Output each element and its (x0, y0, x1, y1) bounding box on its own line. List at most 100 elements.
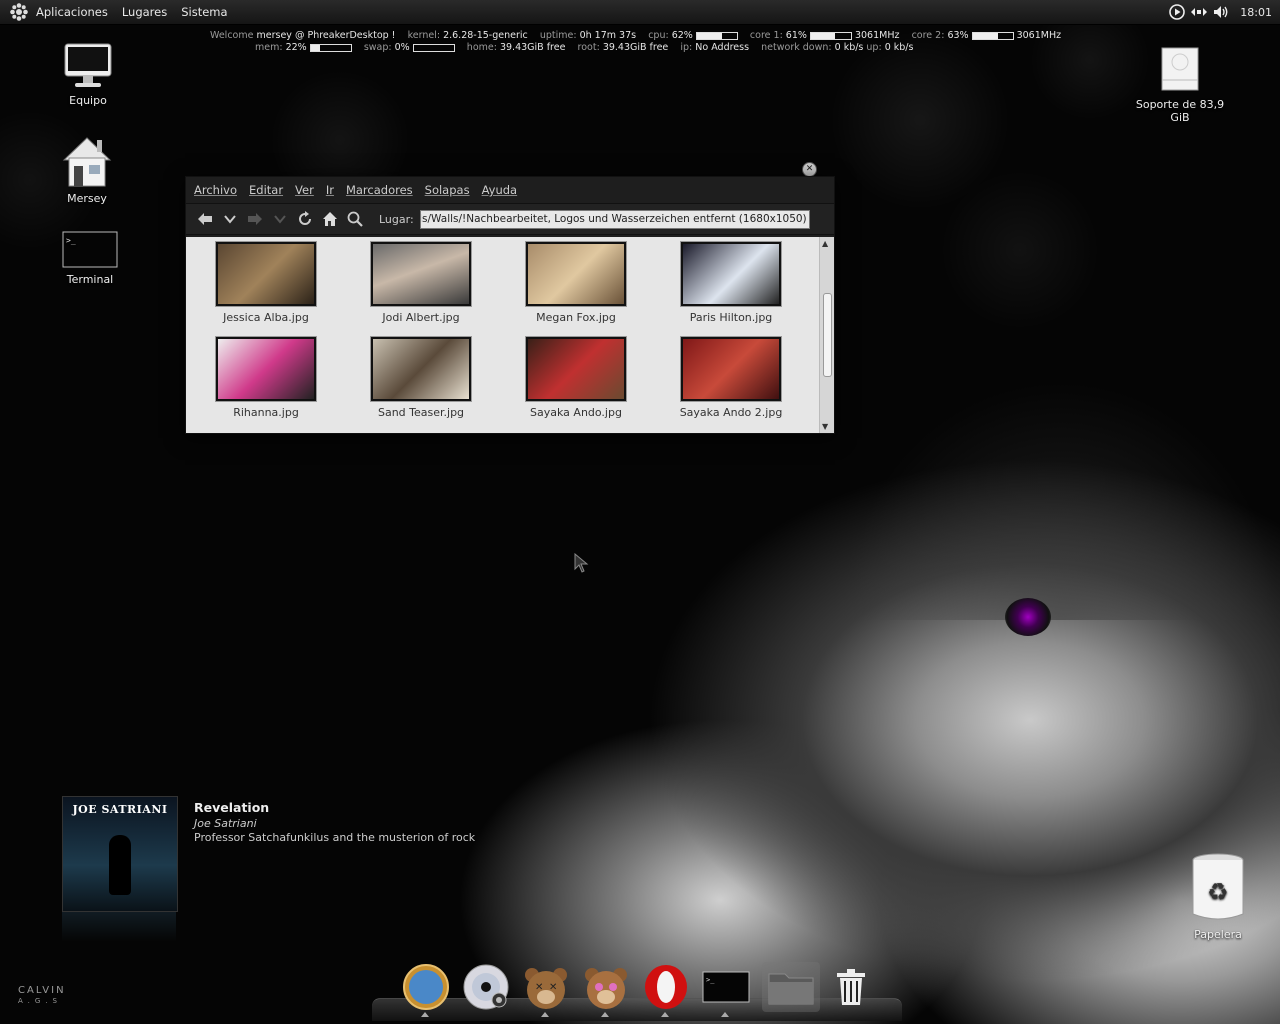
scrollbar-thumb[interactable] (823, 293, 832, 377)
toolbar: Lugar: Girls/Walls/!Nachbearbeitet, Logo… (186, 203, 834, 235)
file-item[interactable]: Sand Teaser.jpg (351, 332, 491, 419)
conky-kernel-label: kernel: (407, 30, 441, 41)
album-cover-artist: JOE SATRIANI (72, 803, 168, 816)
now-playing-album: Professor Satchafunkilus and the musteri… (194, 831, 476, 844)
file-item[interactable]: Megan Fox.jpg (506, 237, 646, 324)
dock (372, 998, 902, 1021)
dock-running-indicator (721, 1012, 729, 1017)
zoom-button[interactable] (344, 208, 366, 230)
image-thumbnail (216, 337, 316, 401)
dock-item-opera[interactable] (641, 962, 691, 1012)
dock-item-browser[interactable] (401, 962, 451, 1012)
desktop-icon-label: Papelera (1194, 928, 1242, 941)
image-thumbnail (216, 242, 316, 306)
dock-item-file-manager[interactable] (762, 962, 820, 1012)
home-icon (323, 212, 337, 226)
conky-ip: No Address (695, 42, 750, 53)
forward-history-button[interactable] (269, 208, 291, 230)
window-close-button[interactable]: ✕ (802, 162, 817, 177)
conky-cpu-label: cpu: (648, 30, 669, 41)
back-history-button[interactable] (219, 208, 241, 230)
conky-root-label: root: (577, 42, 600, 53)
menu-lugares[interactable]: Lugares (122, 5, 167, 19)
desktop-icon-label: Soporte de 83,9 GiB (1135, 98, 1225, 124)
menu-aplicaciones[interactable]: Aplicaciones (36, 5, 108, 19)
watermark-line-1: CALVIN (18, 985, 66, 996)
wallpaper-watermark: CALVIN A.G.S (18, 986, 66, 1006)
conky-cpu-bar (695, 31, 738, 40)
conky-uptime: 0h 17m 37s (579, 30, 637, 41)
conky-core1-label: core 1: (749, 30, 783, 41)
file-item[interactable]: Jodi Albert.jpg (351, 237, 491, 324)
system-tray: 18:01 (1168, 0, 1280, 24)
file-item[interactable]: Paris Hilton.jpg (661, 237, 801, 324)
location-input[interactable]: Girls/Walls/!Nachbearbeitet, Logos und W… (419, 209, 810, 229)
watermark-line-2: A.G.S (18, 997, 62, 1005)
conky-home-label: home: (466, 42, 497, 53)
desktop-icon-trash[interactable]: ♻ Papelera (1163, 852, 1273, 941)
terminal-icon: >_ (702, 971, 750, 1003)
volume-icon[interactable] (1212, 3, 1230, 21)
image-thumbnail (681, 242, 781, 306)
desktop-icon-home[interactable]: Mersey (32, 134, 142, 205)
svg-text:>_: >_ (66, 236, 76, 245)
dock-item-terminal[interactable]: >_ (701, 962, 751, 1012)
menu-marcadores[interactable]: Marcadores (346, 183, 413, 197)
computer-icon (64, 43, 112, 87)
desktop-icon-computer[interactable]: Equipo (33, 42, 143, 107)
desktop-icon-terminal[interactable]: >_ Terminal (35, 231, 145, 286)
conky-kernel: 2.6.28-15-generic (443, 30, 528, 41)
back-button[interactable] (194, 208, 216, 230)
desktop-icon-drive[interactable]: Soporte de 83,9 GiB (1125, 44, 1235, 124)
conky-home: 39.43GiB free (499, 42, 566, 53)
conky-swap-bar (412, 43, 455, 52)
conky-uptime-label: uptime: (539, 30, 577, 41)
now-playing-title: Revelation (194, 800, 270, 815)
location-label: Lugar: (379, 212, 414, 226)
terminal-icon: >_ (62, 231, 118, 268)
mouse-cursor-icon (574, 553, 589, 573)
file-item[interactable]: Sayaka Ando 2.jpg (661, 332, 801, 419)
scroll-up-icon[interactable]: ▲ (822, 239, 828, 248)
conky-cpu: 62% (671, 30, 693, 41)
zoom-icon (347, 211, 363, 227)
scroll-down-icon[interactable]: ▼ (822, 422, 828, 431)
conky-line-1: Welcome mersey @ PhreakerDesktop ! kerne… (210, 30, 1061, 41)
svg-text:✕: ✕ (535, 982, 543, 993)
desktop-icon-label: Mersey (67, 192, 107, 205)
media-play-icon[interactable] (1168, 3, 1186, 21)
conky-mem-bar (309, 43, 352, 52)
reload-button[interactable] (294, 208, 316, 230)
vertical-scrollbar[interactable]: ▲ ▼ (819, 237, 834, 433)
menu-ver[interactable]: Ver (295, 183, 314, 197)
file-item[interactable]: Rihanna.jpg (196, 332, 336, 419)
menu-editar[interactable]: Editar (249, 183, 283, 197)
dock-item-disc-burner[interactable] (461, 962, 511, 1012)
forward-button[interactable] (244, 208, 266, 230)
conky-welcome: Welcome (210, 30, 254, 41)
file-item[interactable]: Sayaka Ando.jpg (506, 332, 646, 419)
network-arrows-icon[interactable] (1190, 3, 1208, 21)
home-button[interactable] (319, 208, 341, 230)
clock[interactable]: 18:01 (1240, 6, 1272, 19)
menu-ir[interactable]: Ir (326, 183, 334, 197)
top-panel: Aplicaciones Lugares Sistema 18:01 (0, 0, 1280, 25)
image-thumbnail (371, 242, 471, 306)
file-item[interactable]: Jessica Alba.jpg (196, 237, 336, 324)
wallpaper-eye (1005, 598, 1051, 636)
conky-root: 39.43GiB free (602, 42, 669, 53)
menu-archivo[interactable]: Archivo (194, 183, 237, 197)
dock-item-trash[interactable] (826, 962, 876, 1012)
dock-item-bear[interactable] (581, 962, 631, 1012)
conky-core1-bar (809, 31, 852, 40)
dock-item-bear-dead[interactable]: ✕ ✕ (521, 962, 571, 1012)
album-cover-reflection (62, 912, 176, 942)
menu-solapas[interactable]: Solapas (425, 183, 470, 197)
menu-sistema[interactable]: Sistema (181, 5, 227, 19)
dock-running-indicator (421, 1012, 429, 1017)
conky-core2-freq: 3061MHz (1016, 30, 1062, 41)
menu-ayuda[interactable]: Ayuda (482, 183, 518, 197)
dock-running-indicator (661, 1012, 669, 1017)
forward-arrow-icon (248, 213, 262, 225)
distro-logo-icon[interactable] (8, 1, 30, 23)
